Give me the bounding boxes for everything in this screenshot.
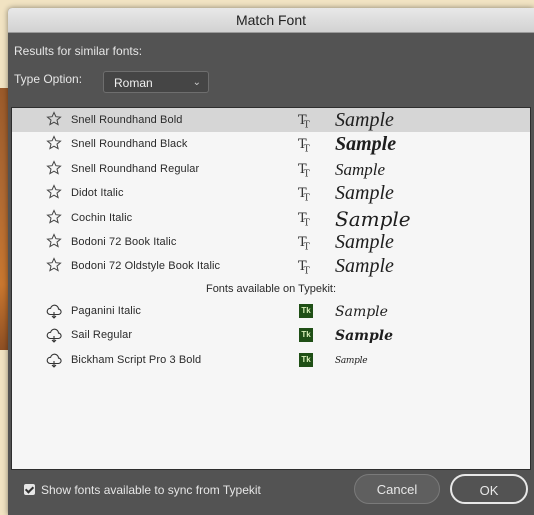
font-sample: Sample — [335, 355, 368, 366]
font-name: Didot Italic — [71, 187, 124, 200]
font-sample: Sample — [335, 255, 394, 278]
star-icon[interactable] — [46, 135, 62, 151]
font-sample: Sample — [335, 109, 394, 131]
sync-typekit-label: Show fonts available to sync from Typeki… — [41, 483, 261, 497]
font-name: Snell Roundhand Bold — [71, 114, 183, 126]
cloud-sync-icon[interactable] — [46, 352, 62, 368]
truetype-icon: TT — [298, 259, 310, 277]
font-row[interactable]: Snell Roundhand Regular TT Sample — [12, 157, 530, 181]
cancel-button[interactable]: Cancel — [354, 474, 440, 504]
typekit-font-row[interactable]: Paganini Italic Tk Sample — [12, 299, 530, 323]
ok-button[interactable]: OK — [450, 474, 528, 504]
cloud-sync-icon[interactable] — [46, 327, 62, 343]
star-icon[interactable] — [46, 257, 62, 273]
truetype-icon: TT — [298, 234, 310, 253]
font-row[interactable]: Bodoni 72 Book Italic TT Sample — [12, 230, 530, 254]
truetype-icon: TT — [298, 186, 310, 204]
sync-typekit-checkbox[interactable] — [24, 484, 35, 495]
results-label: Results for similar fonts: — [14, 44, 143, 58]
font-row[interactable]: Didot Italic TT Sample — [12, 181, 530, 205]
font-sample: Sample — [335, 230, 394, 253]
star-icon[interactable] — [46, 160, 62, 176]
star-icon[interactable] — [46, 111, 62, 127]
truetype-icon: TT — [298, 113, 310, 131]
star-icon[interactable] — [46, 208, 62, 225]
typekit-section-header: Fonts available on Typekit: — [205, 282, 337, 295]
typekit-badge-icon: Tk — [299, 352, 313, 367]
match-font-dialog: Match Font Results for similar fonts: Ty… — [8, 8, 534, 515]
font-sample: Sample — [335, 303, 388, 320]
font-sample: Sample — [335, 182, 394, 205]
truetype-icon: TT — [298, 161, 310, 180]
font-row[interactable]: Bodoni 72 Oldstyle Book Italic TT Sample — [12, 254, 530, 278]
chevron-down-icon: ⌄ — [192, 77, 201, 88]
font-row[interactable]: Cochin Italic TT Sample — [12, 206, 530, 231]
cloud-sync-icon[interactable] — [46, 303, 62, 319]
type-option-label: Type Option: — [14, 72, 83, 86]
font-name: Bickham Script Pro 3 Bold — [71, 353, 202, 366]
font-sample: Sample — [335, 159, 386, 179]
type-option-select[interactable]: Roman ⌄ — [103, 71, 209, 93]
font-sample: Sample — [335, 328, 394, 345]
typekit-font-row[interactable]: Sail Regular Tk Sample — [12, 323, 530, 347]
truetype-icon: TT — [298, 210, 310, 229]
star-icon[interactable] — [46, 233, 62, 249]
font-name: Bodoni 72 Book Italic — [71, 235, 177, 248]
star-icon[interactable] — [46, 184, 62, 200]
font-row[interactable]: Snell Roundhand Black TT Sample — [12, 132, 530, 156]
typekit-badge-icon: Tk — [299, 303, 313, 318]
font-name: Paganini Italic — [71, 304, 141, 317]
font-name: Cochin Italic — [71, 211, 133, 224]
font-name: Bodoni 72 Oldstyle Book Italic — [71, 260, 221, 273]
font-list[interactable]: Snell Roundhand Bold TT Sample Snell Rou… — [11, 107, 531, 470]
typekit-font-row[interactable]: Bickham Script Pro 3 Bold Tk Sample — [12, 348, 530, 372]
font-sample: Sample — [335, 206, 411, 231]
font-name: Sail Regular — [71, 329, 133, 342]
typekit-badge-icon: Tk — [299, 328, 313, 343]
font-sample: Sample — [335, 133, 397, 156]
font-name: Snell Roundhand Regular — [71, 162, 200, 175]
dialog-title: Match Font — [8, 8, 534, 33]
font-name: Snell Roundhand Black — [71, 138, 188, 151]
truetype-icon: TT — [298, 137, 310, 155]
type-option-value: Roman — [114, 76, 153, 90]
font-row[interactable]: Snell Roundhand Bold TT Sample — [12, 108, 530, 133]
